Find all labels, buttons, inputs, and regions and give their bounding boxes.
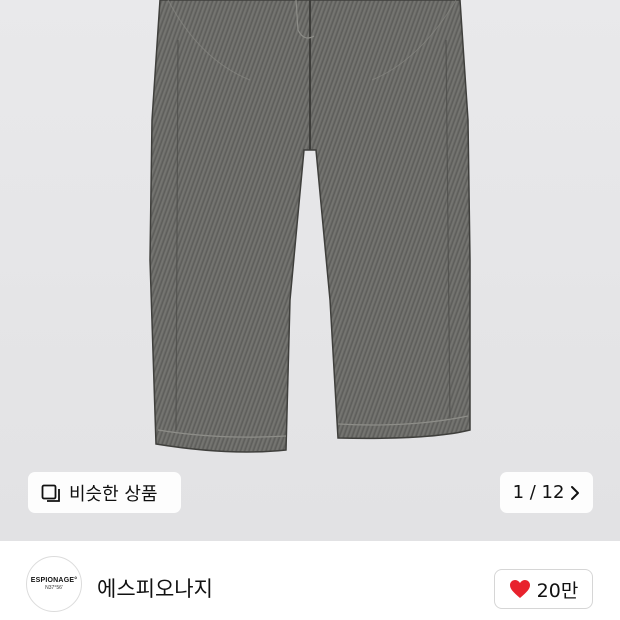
similar-products-button[interactable]: 비슷한 상품: [28, 472, 181, 513]
brand-name[interactable]: 에스피오나지: [97, 573, 213, 603]
brand-bar: ESPIONAGE° N37°56' 에스피오나지 20만: [0, 541, 620, 620]
brand-logo[interactable]: ESPIONAGE° N37°56': [26, 556, 82, 612]
heart-icon: [509, 580, 530, 598]
like-button[interactable]: 20만: [494, 569, 593, 609]
like-count: 20만: [536, 579, 579, 602]
image-counter-button[interactable]: 1 / 12: [500, 472, 593, 513]
image-counter: 1 / 12: [512, 482, 565, 503]
chevron-right-icon: [571, 485, 580, 500]
similar-products-icon: [41, 484, 60, 502]
brand-logo-subtext: N37°56': [45, 585, 63, 591]
similar-products-label: 비슷한 상품: [69, 483, 158, 505]
brand-logo-text: ESPIONAGE°: [30, 577, 78, 584]
product-image: [149, 0, 471, 453]
product-image-gallery[interactable]: 비슷한 상품 1 / 12: [0, 0, 620, 541]
